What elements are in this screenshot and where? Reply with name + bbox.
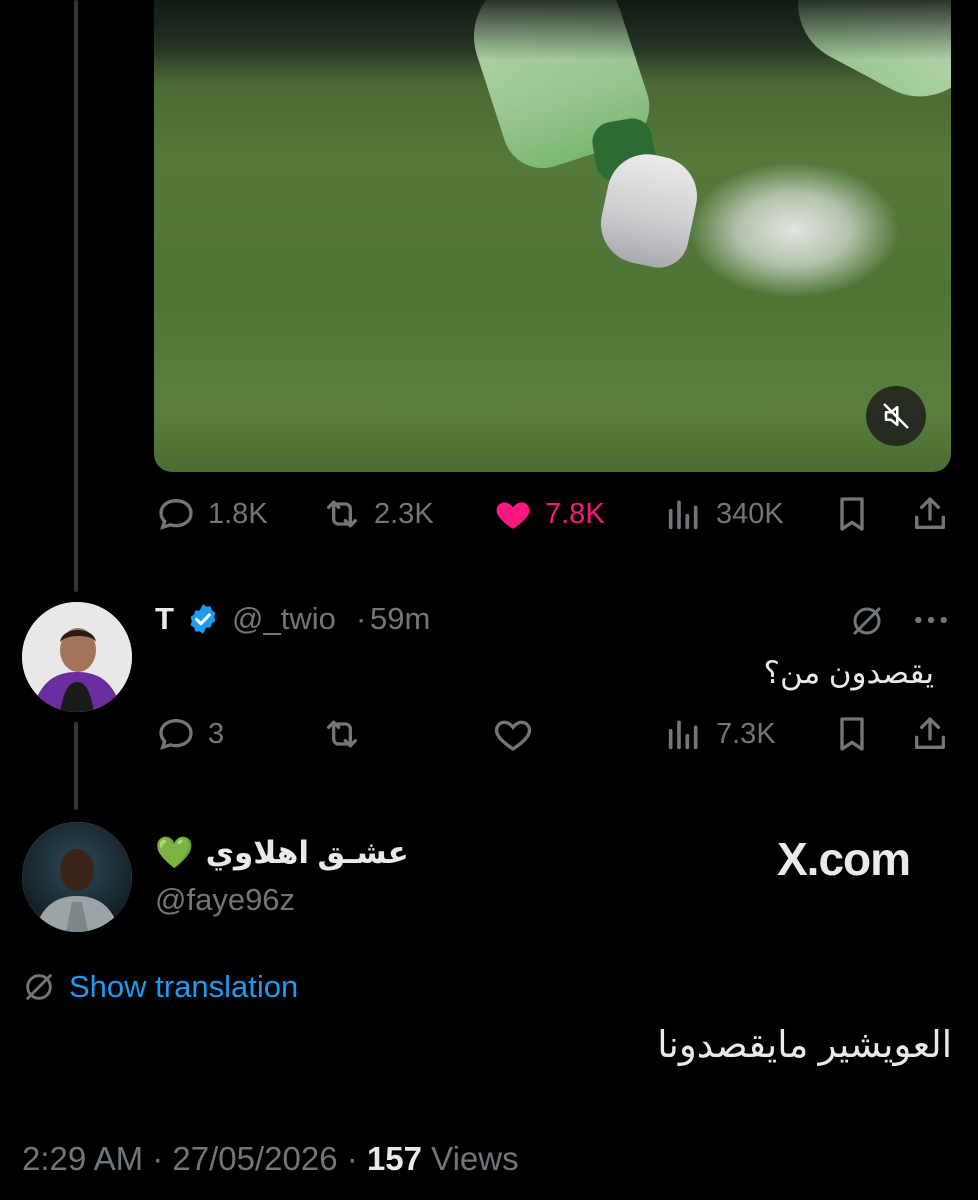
repost-icon: [327, 500, 357, 528]
show-translation-link[interactable]: Show translation: [69, 969, 298, 1005]
reply-avatar[interactable]: [22, 602, 132, 712]
share-icon: [915, 717, 945, 749]
quote-name-text: عشـق اهلاوي: [205, 834, 409, 870]
thread-line-top: [74, 0, 78, 592]
tweet-footer: 2:29 AM · 27/05/2026 · 157 Views: [22, 1140, 519, 1178]
like-button[interactable]: 7.8K: [493, 494, 605, 534]
repost-count: 2.3K: [374, 497, 434, 530]
like-icon: [496, 502, 530, 529]
quote-display-name[interactable]: 💚 عشـق اهلاوي: [155, 834, 409, 871]
share-icon: [915, 497, 945, 529]
tweet-video[interactable]: [154, 0, 951, 472]
reply-views-count: 7.3K: [716, 717, 776, 750]
reply-avatar-image: [22, 602, 132, 712]
x-watermark: X.com: [777, 833, 911, 885]
quote-emoji: 💚: [155, 835, 194, 870]
mute-icon: [883, 403, 909, 429]
reply-bookmark-button[interactable]: [832, 714, 872, 754]
views-button[interactable]: 340K: [664, 494, 784, 534]
bookmark-icon: [840, 717, 864, 751]
reply-handle[interactable]: @_twio: [232, 601, 336, 637]
reply-reply-button[interactable]: 3: [156, 714, 224, 754]
reply-display-name[interactable]: T: [155, 601, 174, 637]
footer-date[interactable]: 27/05/2026: [172, 1140, 337, 1177]
bookmark-icon: [840, 497, 864, 531]
reply-share-button[interactable]: [910, 714, 950, 754]
reply-separator: ·: [356, 601, 367, 636]
video-frame-shadow: [154, 0, 951, 60]
like-icon: [494, 720, 532, 751]
reply-button[interactable]: 1.8K: [156, 494, 268, 534]
views-count: 340K: [716, 497, 784, 530]
reply-views-button[interactable]: 7.3K: [664, 714, 776, 754]
footer-views-count: 157: [366, 1140, 422, 1177]
quote-avatar-image: [22, 822, 132, 932]
quote-avatar[interactable]: [22, 822, 132, 932]
reply-count: 1.8K: [208, 497, 268, 530]
footer-time[interactable]: 2:29 AM: [22, 1140, 143, 1177]
reply-time[interactable]: 59m: [370, 601, 430, 637]
like-count: 7.8K: [545, 497, 605, 530]
reply-reply-count: 3: [208, 717, 225, 750]
thread-line-bottom: [74, 722, 78, 810]
repost-button[interactable]: 2.3K: [322, 494, 434, 534]
views-icon: [668, 500, 698, 530]
share-button[interactable]: [910, 494, 950, 534]
reply-icon: [159, 718, 193, 750]
footer-views-label: Views: [431, 1140, 519, 1177]
grok-icon[interactable]: [849, 603, 885, 639]
translate-icon: [26, 974, 52, 1000]
reply-like-button[interactable]: [493, 714, 533, 754]
more-icon[interactable]: [912, 605, 950, 635]
reply-repost-button[interactable]: [322, 714, 362, 754]
reply-text: يقصدون من؟: [763, 655, 934, 690]
footer-separator-1: ·: [152, 1140, 164, 1177]
repost-icon: [327, 720, 357, 748]
quote-handle[interactable]: @faye96z: [155, 882, 295, 918]
quote-text: العويشير مايقصدونا: [657, 1024, 952, 1065]
bookmark-button[interactable]: [832, 494, 872, 534]
mute-button[interactable]: [866, 386, 926, 446]
views-icon: [668, 720, 698, 750]
verified-icon: [190, 604, 216, 634]
reply-icon: [159, 498, 193, 530]
footer-separator-2: ·: [346, 1140, 358, 1177]
